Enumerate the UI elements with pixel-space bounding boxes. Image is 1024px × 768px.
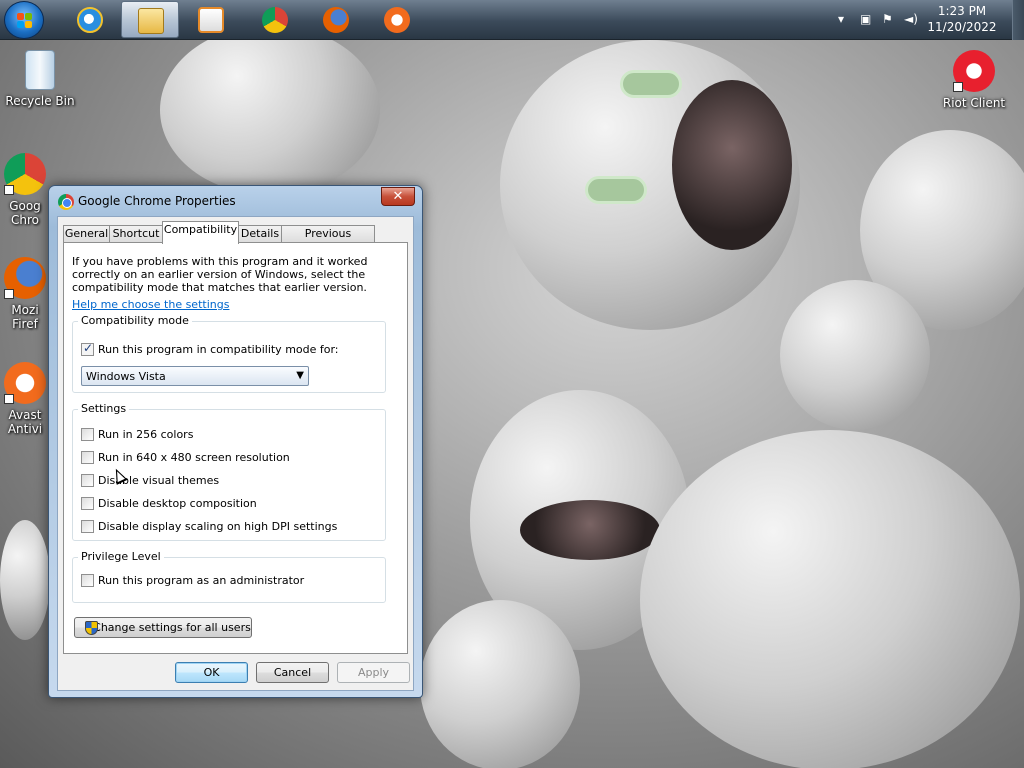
taskbar-clock[interactable]: 1:23 PM 11/20/2022	[922, 3, 1002, 35]
checkbox-label: Run in 640 x 480 screen resolution	[98, 451, 290, 464]
windows-logo-icon	[17, 13, 33, 29]
desktop-icon-recycle-bin[interactable]: Recycle Bin	[2, 50, 78, 108]
taskbar-app-avast[interactable]	[368, 1, 426, 38]
taskbar-app-media-player[interactable]	[182, 1, 240, 38]
compatibility-mode-group: Compatibility mode Run this program in c…	[72, 314, 386, 393]
button-label: OK	[203, 666, 220, 679]
desktop-icon-label: Goog Chro	[9, 199, 41, 227]
checkbox[interactable]	[81, 520, 94, 533]
compat-mode-checkbox[interactable]	[81, 342, 94, 356]
ok-button[interactable]: OK	[175, 662, 248, 683]
chrome-properties-dialog: Google Chrome Properties ✕ General Short…	[48, 185, 423, 698]
dialog-client-area: General Shortcut Compatibility Details P…	[57, 216, 414, 691]
riot-client-icon	[953, 50, 995, 92]
avast-shortcut-icon	[4, 362, 46, 404]
recycle-bin-icon	[25, 50, 55, 90]
chevron-up-icon[interactable]: ▾	[838, 11, 844, 27]
tab-compatibility[interactable]: Compatibility	[162, 221, 239, 244]
start-button[interactable]	[4, 1, 44, 39]
clock-date: 11/20/2022	[927, 20, 997, 34]
network-icon[interactable]: ▣	[860, 11, 871, 27]
change-settings-all-users-button[interactable]: Change settings for all users	[74, 617, 252, 638]
dialog-title: Google Chrome Properties	[78, 194, 236, 208]
windows-explorer-icon	[138, 8, 164, 34]
compatibility-panel: If you have problems with this program a…	[63, 242, 408, 654]
firefox-icon	[323, 7, 349, 33]
taskbar-app-explorer[interactable]	[121, 1, 179, 38]
button-label: Apply	[357, 666, 390, 679]
clock-time: 1:23 PM	[937, 4, 987, 18]
chrome-shortcut-icon	[4, 153, 46, 195]
checkbox-label: Disable desktop composition	[98, 497, 257, 510]
privilege-level-group: Privilege Level Run this program as an a…	[72, 550, 386, 603]
tab-previous-versions[interactable]: Previous Versions	[281, 225, 375, 256]
show-desktop-button[interactable]	[1012, 0, 1024, 40]
help-choose-settings-link[interactable]: Help me choose the settings	[72, 298, 229, 311]
checkbox[interactable]	[81, 497, 94, 510]
action-center-icon[interactable]: ⚑	[882, 11, 893, 27]
taskbar-app-chrome[interactable]	[246, 1, 304, 38]
checkbox[interactable]	[81, 474, 94, 487]
system-tray: ▾ ▣ ⚑ ◄) 1:23 PM 11/20/2022	[834, 0, 1024, 40]
compat-mode-select[interactable]: Windows Vista ▼	[81, 366, 309, 386]
chevron-down-icon: ▼	[296, 370, 304, 381]
desktop-icon-label: Recycle Bin	[5, 94, 75, 108]
avast-icon	[384, 7, 410, 33]
checkbox-label: Run this program as an administrator	[98, 574, 305, 587]
taskbar: ▾ ▣ ⚑ ◄) 1:23 PM 11/20/2022	[0, 0, 1024, 40]
close-icon: ✕	[392, 189, 404, 204]
chrome-icon	[58, 194, 74, 210]
tab-shortcut[interactable]: Shortcut	[109, 225, 163, 243]
checkbox[interactable]	[81, 428, 94, 441]
checkbox-label: Run this program in compatibility mode f…	[98, 343, 339, 356]
button-label: Cancel	[273, 666, 312, 679]
cancel-button[interactable]: Cancel	[256, 662, 329, 683]
close-button[interactable]: ✕	[381, 187, 415, 206]
group-legend: Privilege Level	[78, 550, 164, 564]
group-legend: Settings	[78, 402, 130, 416]
checkbox[interactable]	[81, 451, 94, 464]
desktop-icon-label: Riot Client	[942, 96, 1006, 110]
taskbar-app-firefox[interactable]	[307, 1, 365, 38]
group-legend: Compatibility mode	[78, 314, 192, 328]
desktop-icon-label: Mozi Firef	[11, 303, 39, 331]
firefox-shortcut-icon	[4, 257, 46, 299]
desktop-icon-chrome[interactable]: Goog Chro	[0, 153, 50, 227]
desktop-icon-firefox[interactable]: Mozi Firef	[0, 257, 50, 331]
volume-icon[interactable]: ◄)	[904, 11, 918, 27]
intro-text: If you have problems with this program a…	[72, 255, 368, 294]
checkbox-label: Run in 256 colors	[98, 428, 194, 441]
tab-details[interactable]: Details	[238, 225, 282, 243]
button-label: Change settings for all users	[93, 621, 251, 634]
checkbox[interactable]	[81, 574, 94, 587]
desktop-icon-avast[interactable]: Avast Antivi	[0, 362, 50, 436]
apply-button[interactable]: Apply	[337, 662, 410, 683]
taskbar-app-ie[interactable]	[61, 1, 119, 38]
tab-general[interactable]: General	[63, 225, 110, 243]
checkbox-label: Disable display scaling on high DPI sett…	[98, 520, 338, 533]
chrome-icon	[262, 7, 288, 33]
internet-explorer-icon	[77, 7, 103, 33]
desktop-icon-riot-client[interactable]: Riot Client	[936, 50, 1012, 110]
media-player-icon	[198, 7, 224, 33]
uac-shield-icon	[85, 621, 98, 635]
desktop-icon-label: Avast Antivi	[7, 408, 43, 436]
select-value: Windows Vista	[86, 370, 166, 383]
